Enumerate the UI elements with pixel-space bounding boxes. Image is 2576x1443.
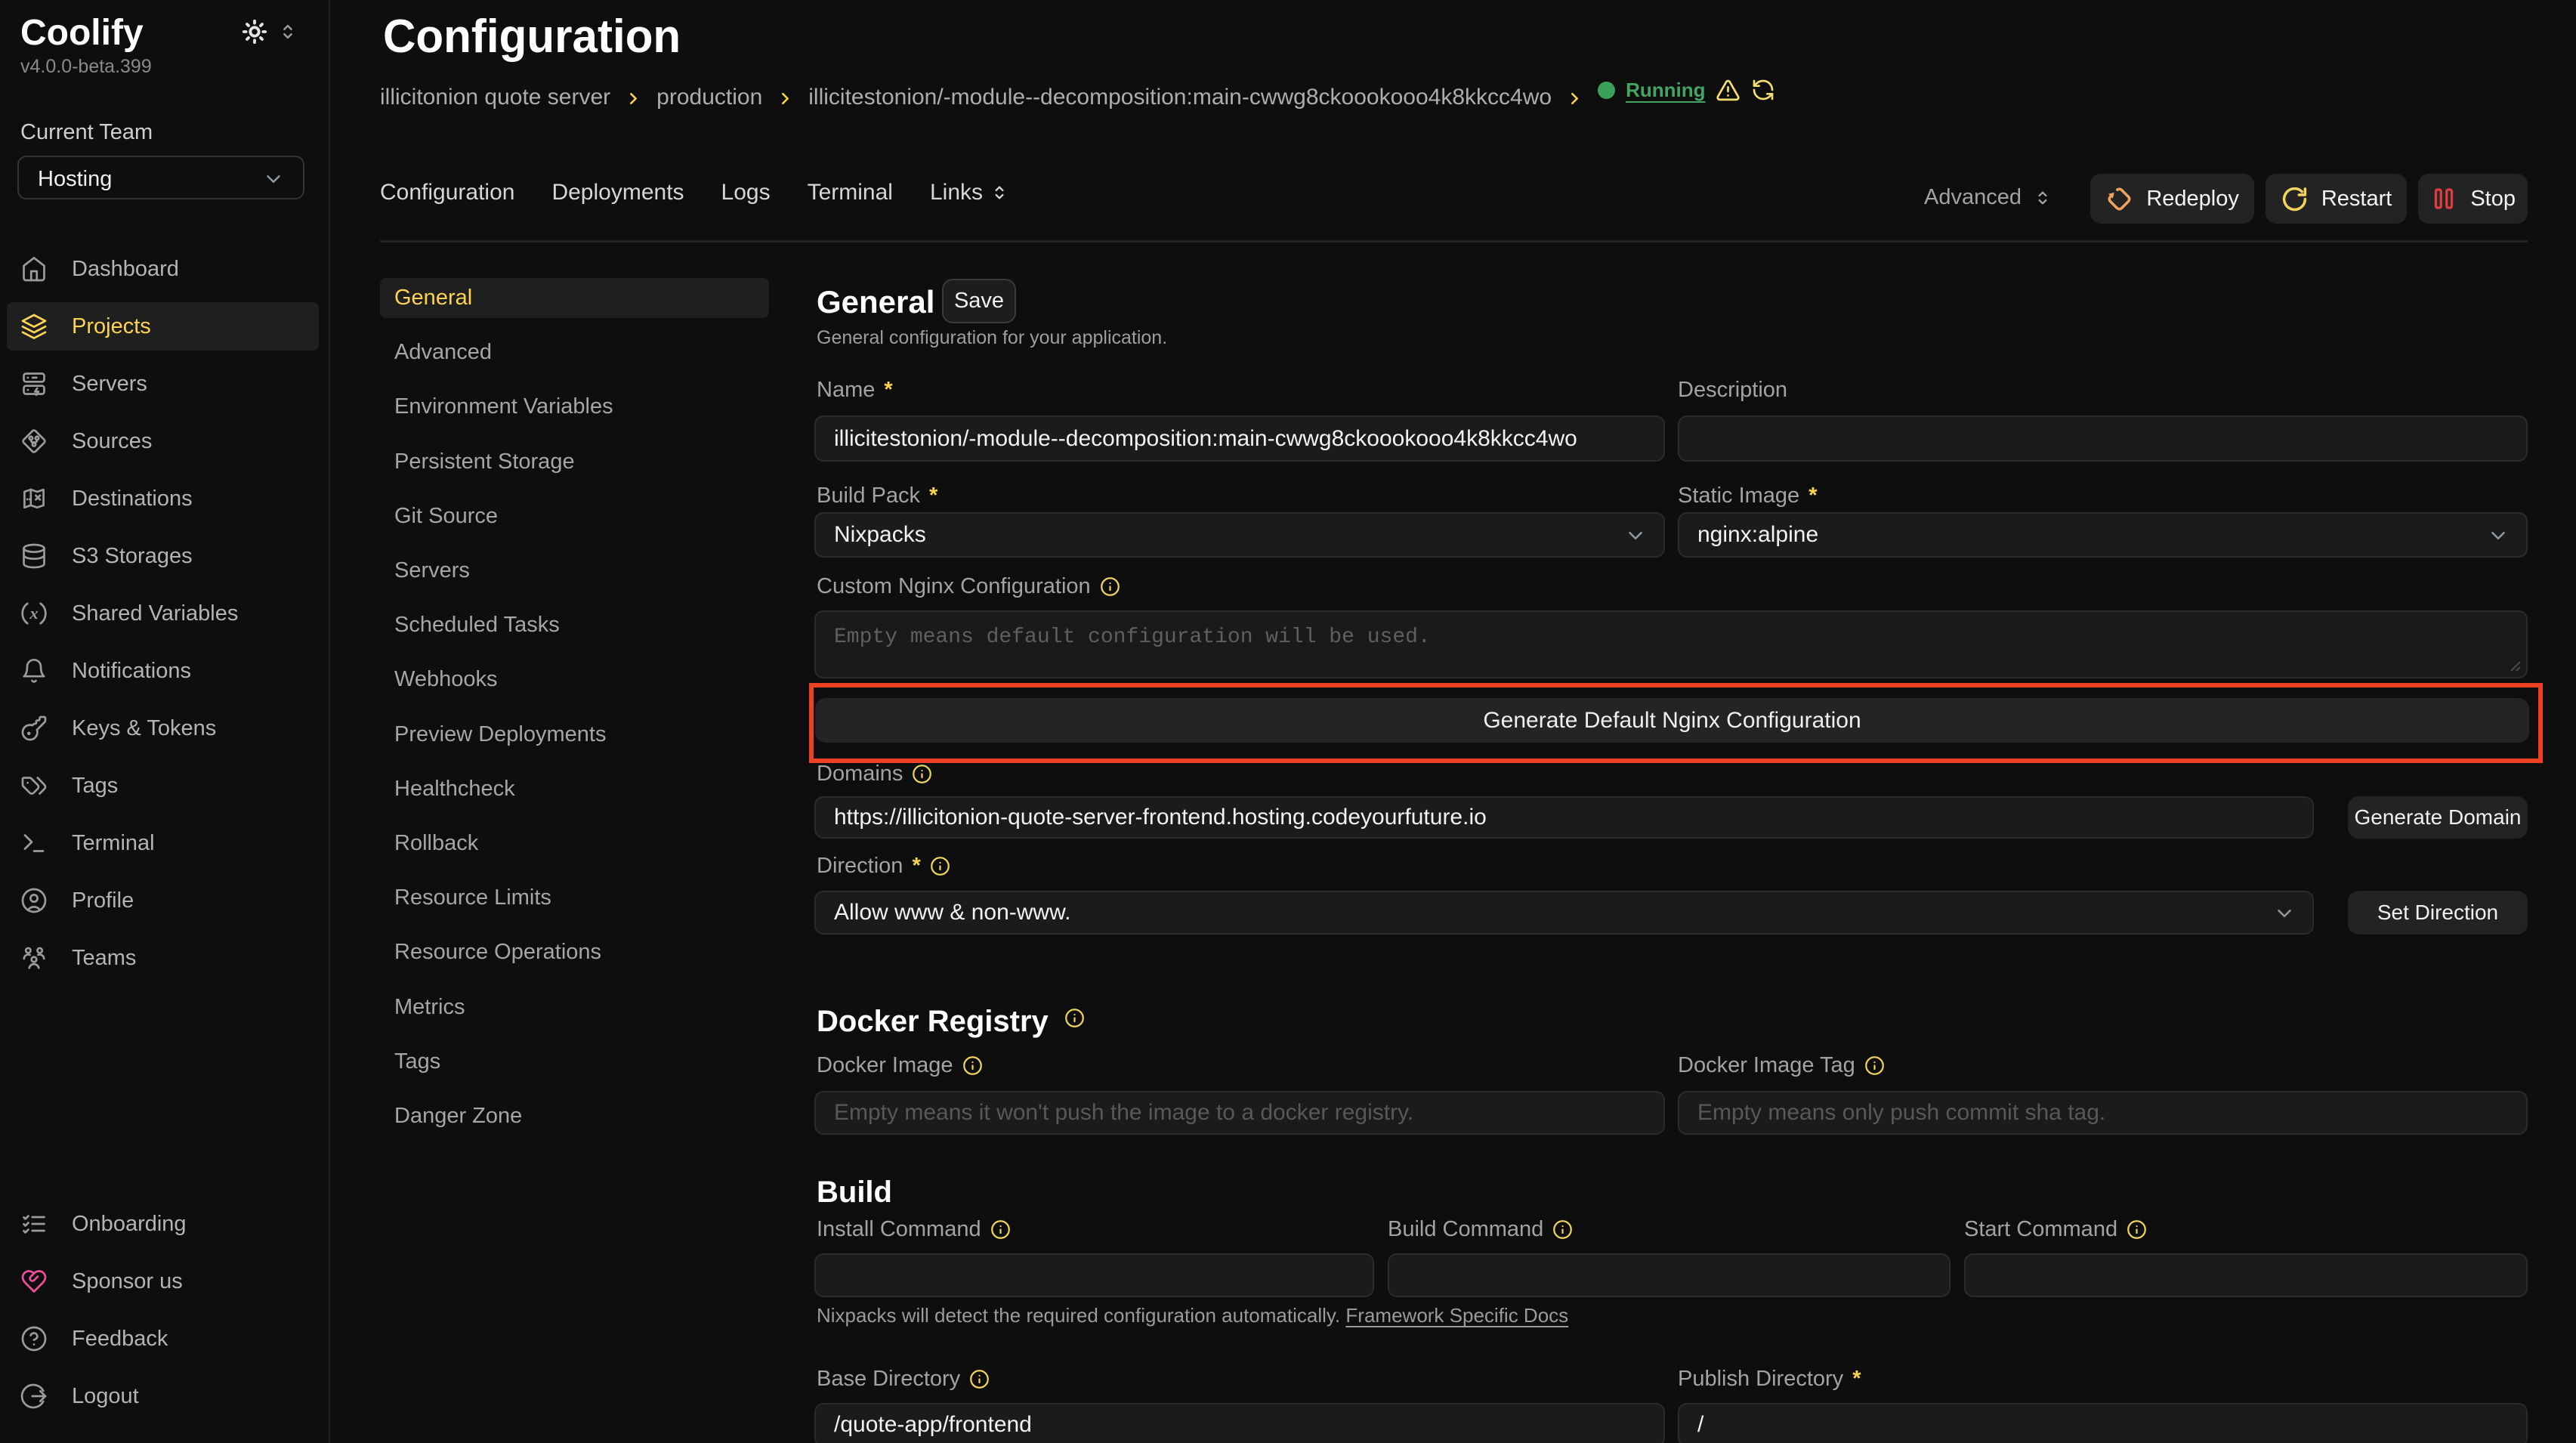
svg-text:x: x [29,604,38,623]
